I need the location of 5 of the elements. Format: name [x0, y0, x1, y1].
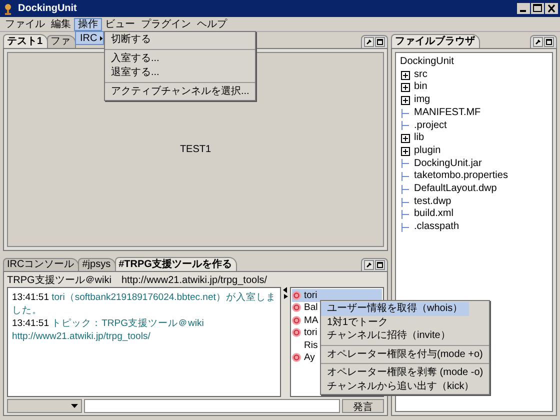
- chat-message: 13:41:51 トピック：TRPG支援ツール＠wiki http://www21.atwiki.jp/trpg_tools/: [12, 317, 205, 343]
- chat-message: 13:41:51 tori（softbank219189176024.bbtec.net）が入室しました。: [12, 291, 276, 317]
- window-title: DockingUnit: [18, 3, 77, 14]
- channel-topic: TRPG支援ツール＠wiki http://www21.atwiki.jp/trpg_tools/: [7, 274, 268, 287]
- panel-label: TEST1: [180, 144, 212, 155]
